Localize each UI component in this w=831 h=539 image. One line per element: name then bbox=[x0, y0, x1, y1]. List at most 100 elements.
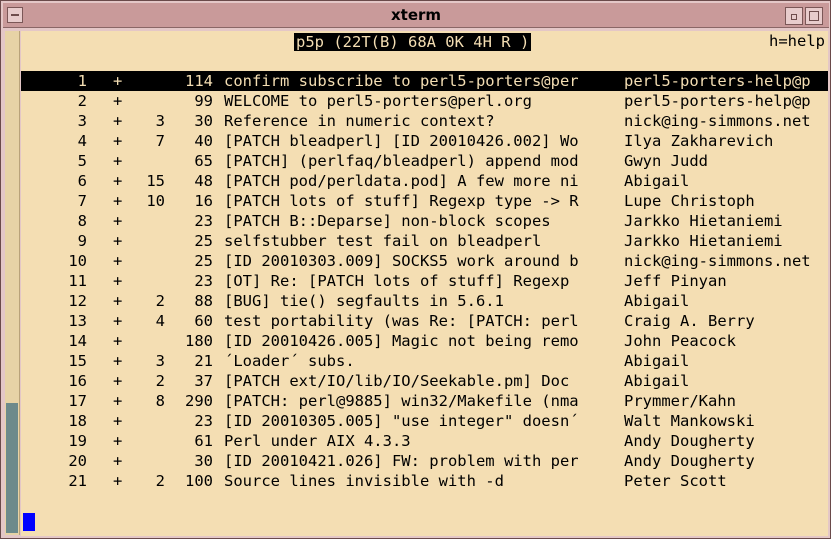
message-from: Peter Scott bbox=[624, 472, 727, 490]
message-size: 30 bbox=[194, 112, 213, 130]
message-flag: + bbox=[113, 332, 123, 350]
message-subject: confirm subscribe to perl5-porters@per bbox=[224, 72, 579, 90]
message-subject: Reference in numeric context? bbox=[224, 112, 495, 130]
message-from: Andy Dougherty bbox=[624, 432, 755, 450]
message-subject: test portability (was Re: [PATCH: perl bbox=[224, 312, 579, 330]
message-row[interactable]: 17 +8 290 [PATCH: perl@9885] win32/Makefile… bbox=[21, 391, 828, 411]
message-row[interactable]: 11 +23 [OT] Re: [PATCH lots of stuff] Rege… bbox=[21, 271, 828, 291]
message-size: 61 bbox=[194, 432, 213, 450]
message-row[interactable]: 12 +2 88 [BUG] tie() segfaults in 5.6.1 Abig… bbox=[21, 291, 828, 311]
message-from: Jarkko Hietaniemi bbox=[624, 212, 783, 230]
maximize-button[interactable] bbox=[805, 7, 823, 25]
message-subject: [BUG] tie() segfaults in 5.6.1 bbox=[224, 292, 504, 310]
message-row[interactable]: 21 +2 100 Source lines invisible with -d Pet… bbox=[21, 471, 828, 491]
message-flag: + bbox=[113, 192, 123, 210]
message-number: 3 bbox=[77, 112, 87, 130]
terminal-area[interactable]: p5p (22T(B) 68A 0K 4H R ) h=help 1 +114 co… bbox=[21, 31, 828, 536]
message-from: Abigail bbox=[624, 372, 690, 390]
message-from: perl5-porters-help@p bbox=[624, 72, 811, 90]
message-from: Walt Mankowski bbox=[624, 412, 755, 430]
message-flag: + bbox=[113, 152, 123, 170]
message-reply-count: 15 bbox=[146, 172, 165, 190]
message-row[interactable]: 16 +2 37 [PATCH ext/IO/lib/IO/Seekable.pm] … bbox=[21, 371, 828, 391]
message-row[interactable]: 2 +99 WELCOME to perl5-porters@perl.org per… bbox=[21, 91, 828, 111]
message-size: 180 bbox=[185, 332, 213, 350]
message-size: 65 bbox=[194, 152, 213, 170]
message-reply-count: 10 bbox=[146, 192, 165, 210]
message-flag: + bbox=[113, 432, 123, 450]
scrollbar[interactable] bbox=[5, 31, 20, 535]
message-from: nick@ing-simmons.net bbox=[624, 252, 811, 270]
message-row[interactable]: 1 +114 confirm subscribe to perl5-porters@… bbox=[21, 71, 828, 91]
message-row[interactable]: 4 +7 40 [PATCH bleadperl] [ID 20010426.002]… bbox=[21, 131, 828, 151]
message-row[interactable]: 7 +10 16 [PATCH lots of stuff] Regexp type … bbox=[21, 191, 828, 211]
message-subject: [OT] Re: [PATCH lots of stuff] Regexp bbox=[224, 272, 570, 290]
message-size: 114 bbox=[185, 72, 213, 90]
message-size: 88 bbox=[194, 292, 213, 310]
message-row[interactable]: 8 +23 [PATCH B::Deparse] non-block scopes J… bbox=[21, 211, 828, 231]
message-flag: + bbox=[113, 312, 123, 330]
message-number: 2 bbox=[77, 92, 87, 110]
message-row[interactable]: 5 +65 [PATCH] (perlfaq/bleadperl) append m… bbox=[21, 151, 828, 171]
message-subject: Perl under AIX 4.3.3 bbox=[224, 432, 411, 450]
message-reply-count: 4 bbox=[155, 312, 165, 330]
message-row[interactable]: 18 +23 [ID 20010305.005] "use integer" doe… bbox=[21, 411, 828, 431]
message-size: 25 bbox=[194, 252, 213, 270]
message-reply-count: 2 bbox=[155, 472, 165, 490]
message-number: 9 bbox=[77, 232, 87, 250]
message-flag: + bbox=[113, 112, 123, 130]
message-flag: + bbox=[113, 372, 123, 390]
message-flag: + bbox=[113, 272, 123, 290]
status-line: p5p (22T(B) 68A 0K 4H R ) bbox=[294, 33, 532, 51]
message-subject: [PATCH bleadperl] [ID 20010426.002] Wo bbox=[224, 132, 579, 150]
message-row[interactable]: 9 +25 selfstubber test fail on bleadperl Ja… bbox=[21, 231, 828, 251]
message-row[interactable]: 20 +30 [ID 20010421.026] FW: problem with … bbox=[21, 451, 828, 471]
message-number: 15 bbox=[68, 352, 87, 370]
message-size: 23 bbox=[194, 212, 213, 230]
message-row[interactable]: 10 +25 [ID 20010303.009] SOCKS5 work aroun… bbox=[21, 251, 828, 271]
message-from: perl5-porters-help@p bbox=[624, 92, 811, 110]
message-row[interactable]: 19 +61 Perl under AIX 4.3.3 Andy Dougherty bbox=[21, 431, 828, 451]
message-size: 290 bbox=[185, 392, 213, 410]
message-flag: + bbox=[113, 212, 123, 230]
message-number: 21 bbox=[68, 472, 87, 490]
scrollbar-thumb[interactable] bbox=[6, 403, 18, 533]
message-from: Abigail bbox=[624, 352, 690, 370]
message-from: Abigail bbox=[624, 292, 690, 310]
message-from: nick@ing-simmons.net bbox=[624, 112, 811, 130]
message-subject: [PATCH] (perlfaq/bleadperl) append mod bbox=[224, 152, 579, 170]
message-size: 40 bbox=[194, 132, 213, 150]
message-flag: + bbox=[113, 352, 123, 370]
message-flag: + bbox=[113, 452, 123, 470]
message-subject: selfstubber test fail on bleadperl bbox=[224, 232, 542, 250]
message-from: Gwyn Judd bbox=[624, 152, 708, 170]
message-row[interactable]: 15 +3 21 ´Loader´ subs. Abigail bbox=[21, 351, 828, 371]
message-flag: + bbox=[113, 412, 123, 430]
message-from: Jarkko Hietaniemi bbox=[624, 232, 783, 250]
message-size: 21 bbox=[194, 352, 213, 370]
message-number: 13 bbox=[68, 312, 87, 330]
message-from: John Peacock bbox=[624, 332, 736, 350]
message-row[interactable]: 14 +180 [ID 20010426.005] Magic not being … bbox=[21, 331, 828, 351]
help-hint: h=help bbox=[769, 32, 825, 50]
text-cursor bbox=[23, 513, 35, 531]
message-size: 99 bbox=[194, 92, 213, 110]
window-title: xterm bbox=[390, 6, 442, 24]
message-number: 19 bbox=[68, 432, 87, 450]
message-number: 10 bbox=[68, 252, 87, 270]
message-reply-count: 3 bbox=[155, 112, 165, 130]
title-bar[interactable]: xterm bbox=[3, 3, 829, 28]
message-subject: [ID 20010305.005] "use integer" doesn´ bbox=[224, 412, 579, 430]
message-subject: [PATCH lots of stuff] Regexp type -> R bbox=[224, 192, 579, 210]
message-row[interactable]: 3 +3 30 Reference in numeric context? nick@i… bbox=[21, 111, 828, 131]
message-number: 12 bbox=[68, 292, 87, 310]
message-row[interactable]: 13 +4 60 test portability (was Re: [PATCH: … bbox=[21, 311, 828, 331]
message-row[interactable]: 6 +15 48 [PATCH pod/perldata.pod] A few mor… bbox=[21, 171, 828, 191]
message-flag: + bbox=[113, 172, 123, 190]
message-from: Andy Dougherty bbox=[624, 452, 755, 470]
message-number: 6 bbox=[77, 172, 87, 190]
message-subject: Source lines invisible with -d bbox=[224, 472, 504, 490]
message-subject: [ID 20010426.005] Magic not being remo bbox=[224, 332, 579, 350]
minimize-button[interactable] bbox=[785, 7, 803, 25]
message-subject: [PATCH ext/IO/lib/IO/Seekable.pm] Doc bbox=[224, 372, 570, 390]
